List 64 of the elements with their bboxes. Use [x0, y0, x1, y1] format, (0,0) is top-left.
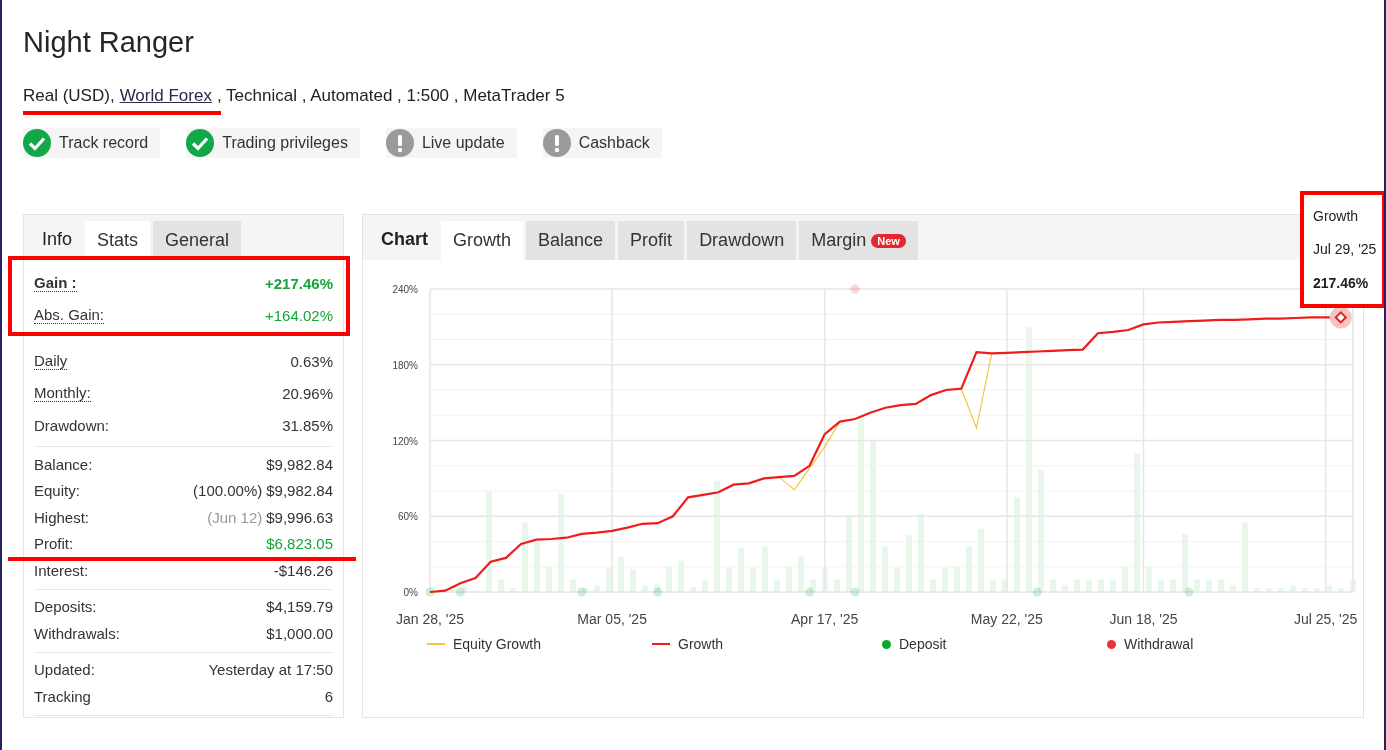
stat-label: Daily — [34, 352, 68, 370]
axis-label: 120% — [392, 435, 418, 447]
stat-label: Profit: — [34, 535, 74, 553]
stat-value: Yesterday at 17:50 — [208, 661, 333, 679]
page-title: Night Ranger — [23, 26, 195, 60]
stat-label: Deposits: — [34, 598, 97, 616]
axis-label: 180% — [392, 359, 418, 371]
stat-value: +164.02% — [265, 306, 333, 324]
stat-value: $9,996.63 — [266, 508, 333, 526]
legend-label: Equity Growth — [453, 636, 541, 652]
tab[interactable]: Balance — [526, 221, 616, 260]
stat-value: $4,159.79 — [266, 598, 333, 616]
stat-value: $9,982.84 — [266, 455, 333, 473]
axis-label: 0% — [403, 587, 418, 598]
panel-heading: Info — [41, 229, 74, 251]
stat-value: 0.63% — [290, 352, 333, 370]
tab[interactable]: Growth — [441, 221, 524, 260]
stat-note: (100.00%) — [193, 482, 263, 500]
account-details: , Technical , Automated , 1:500 , MetaTrader 5 — [216, 86, 565, 106]
tooltip-date: Jul 29, '25 — [1313, 241, 1378, 258]
stat-value: $1,000.00 — [266, 624, 333, 642]
stat-label: Withdrawals: — [34, 624, 120, 642]
status-badge: Trading privileges — [186, 128, 360, 158]
axis-label: 60% — [398, 511, 418, 523]
tooltip-series: Growth — [1313, 207, 1360, 224]
stat-label: Gain : — [34, 274, 77, 292]
axis-label: Apr 17, '25 — [791, 611, 859, 627]
status-badge: Track record — [23, 128, 161, 158]
stat-label: Monthly: — [34, 384, 91, 402]
tab[interactable]: Margin New — [799, 221, 918, 260]
tab[interactable]: Profit — [618, 221, 685, 260]
legend-label: Withdrawal — [1124, 636, 1194, 652]
stat-label: Tracking — [34, 687, 91, 705]
axis-label: May 22, '25 — [970, 611, 1043, 627]
stat-value: +217.46% — [265, 274, 333, 292]
tooltip-value: 217.46% — [1313, 275, 1370, 292]
stat-value: $6,823.05 — [266, 535, 333, 553]
status-badge: Live update — [385, 128, 517, 158]
stat-value: 6 — [324, 687, 333, 705]
stat-value: -$146.26 — [273, 561, 333, 579]
stat-label: Equity: — [34, 482, 80, 500]
broker-link[interactable]: World Forex — [119, 86, 212, 106]
stat-label: Highest: — [34, 508, 90, 526]
stat-note: (Jun 12) — [207, 508, 263, 526]
new-badge: New — [871, 233, 906, 248]
axis-label: Mar 05, '25 — [577, 611, 647, 627]
axis-label: 240% — [392, 284, 418, 295]
status-badge: Cashback — [542, 128, 662, 158]
tab[interactable]: Drawdown — [687, 221, 797, 260]
stat-label: Drawdown: — [34, 416, 110, 434]
stat-label: Abs. Gain: — [34, 306, 105, 324]
panel-heading: Chart — [380, 229, 429, 251]
stat-value: 20.96% — [282, 384, 333, 402]
stat-label: Interest: — [34, 561, 89, 579]
stat-value: $9,982.84 — [266, 482, 333, 500]
axis-label: Jun 18, '25 — [1109, 611, 1178, 627]
stat-label: Updated: — [34, 661, 95, 679]
stat-value: 31.85% — [282, 416, 333, 434]
axis-label: Jul 25, '25 — [1293, 611, 1358, 627]
stat-label: Balance: — [34, 455, 93, 473]
legend-label: Growth — [678, 636, 724, 652]
legend-label: Deposit — [899, 636, 947, 652]
account-type: Real (USD), — [23, 86, 115, 106]
axis-label: Jan 28, '25 — [395, 611, 465, 627]
